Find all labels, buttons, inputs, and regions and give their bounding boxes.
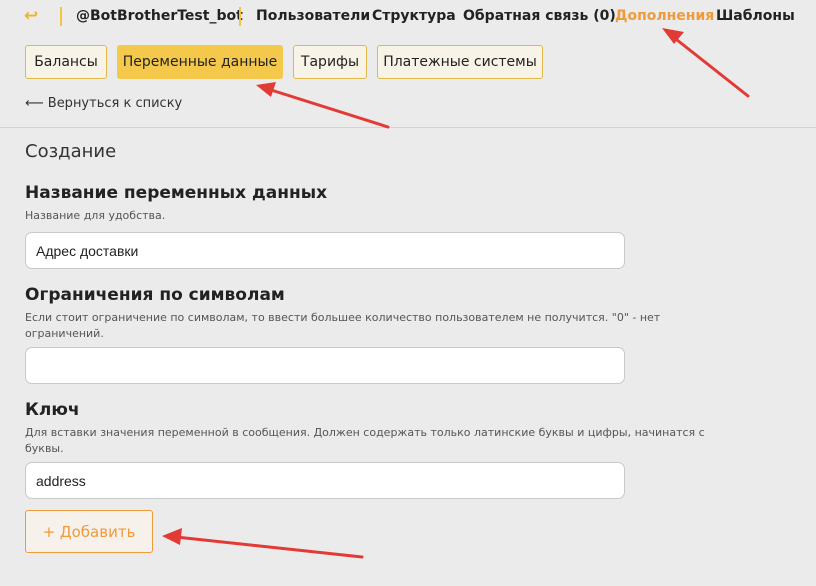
top-navigation: ↩ @BotBrotherTest_bot Пользователи Струк… [0, 0, 816, 34]
annotation-arrow-add [162, 528, 364, 559]
form-title: Создание [25, 141, 117, 162]
field-label-key: Ключ [25, 400, 80, 420]
field-hint-name: Название для удобства. [25, 209, 166, 222]
tab-payment-systems[interactable]: Платежные системы [377, 45, 543, 79]
field-label-char-limit: Ограничения по символам [25, 285, 285, 305]
nav-separator [239, 7, 241, 26]
nav-separator [60, 7, 62, 26]
annotation-arrow-addons [662, 28, 750, 98]
add-button[interactable]: + Добавить [25, 510, 153, 553]
back-arrow-icon[interactable]: ↩ [24, 6, 42, 26]
nav-item-feedback[interactable]: Обратная связь (0) [463, 7, 616, 26]
back-to-list-link[interactable]: ⟵ Вернуться к списку [25, 96, 182, 111]
nav-item-addons[interactable]: Дополнения [615, 7, 714, 26]
tab-variable-data[interactable]: Переменные данные [117, 45, 283, 79]
tab-tariffs[interactable]: Тарифы [293, 45, 367, 79]
tab-balances[interactable]: Балансы [25, 45, 107, 79]
divider [0, 127, 816, 128]
nav-item-structure[interactable]: Структура [372, 7, 456, 26]
key-input[interactable] [25, 462, 625, 499]
name-input[interactable] [25, 232, 625, 269]
field-hint-key: Для вставки значения переменной в сообще… [25, 426, 705, 455]
annotation-arrow-variable-data [256, 82, 390, 129]
nav-item-templates[interactable]: Шаблоны [716, 7, 795, 26]
field-hint-char-limit: Если стоит ограничение по символам, то в… [25, 311, 661, 340]
bot-name[interactable]: @BotBrotherTest_bot [76, 7, 243, 26]
char-limit-input[interactable] [25, 347, 625, 384]
field-label-name: Название переменных данных [25, 183, 328, 203]
nav-item-users[interactable]: Пользователи [256, 7, 370, 26]
